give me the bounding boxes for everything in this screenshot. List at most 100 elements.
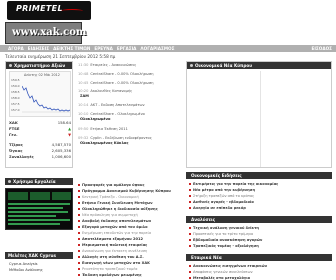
side-item[interactable]: Προοπτικές για το τρίτο τρίμηνο [189, 232, 329, 237]
nav-item-price-index[interactable]: ΔΕΙΚΤΗΣ ΤΙΜΩΝ [53, 46, 90, 51]
bullet-icon [189, 189, 191, 191]
article-item[interactable]: Εξαγορά μετοχών από τον όμιλο [78, 225, 182, 230]
news-item[interactable]: 09:50 Ετήσια Έκθεση 2011 [78, 127, 181, 131]
nav-item-market[interactable]: ΑΓΟΡΑ [8, 46, 24, 51]
side-section-header: Οικονομικές Ειδήσεις [186, 172, 332, 179]
stat-value: 2,605,336 [51, 148, 71, 153]
side-item[interactable]: Νέα μέτρα από την κυβέρνηση [189, 188, 329, 193]
side-item-text: Προοπτικές για το τρίτο τρίμηνο [193, 232, 254, 236]
brand-logo[interactable]: PRIMETEL [7, 1, 91, 20]
article-text: Αναβολή έκδοσης αποτελεσμάτων [82, 219, 152, 223]
news-item[interactable]: ΣΑΜ [78, 94, 181, 98]
article-item[interactable]: Προσφορές για ομόλογα ύψους [78, 183, 182, 188]
terminal-block [30, 192, 50, 200]
chart-tick-label: 159.0 [11, 84, 20, 88]
side-item[interactable]: Μεταβολές στο μετοχολόγιο [189, 276, 329, 280]
tools-panel-header: Χρήσιμα Εργαλεία [5, 178, 73, 185]
news-time: 10:48 [78, 72, 89, 76]
bullet-icon [78, 232, 80, 234]
news-item[interactable]: 10:14 ΑΚΤ - Εκδοση Αποτελεσμάτων [78, 103, 181, 107]
article-text: Μερισματική πολιτική εταιρείας [82, 243, 148, 247]
article-text: Κεντρική Τράπεζα - Οικονομική [82, 195, 139, 199]
article-item[interactable]: Πρόγραμμα Δανεισμού Κυβέρνησης Κύπρου [78, 189, 182, 194]
article-text: Εξαγορά μετοχών από τον όμιλο [82, 225, 148, 229]
terminal-row [8, 219, 70, 221]
stat-value: 4,587,570 [51, 142, 71, 147]
article-item[interactable]: Ολοκληρώθηκε η διαδικασία αύξησης [78, 207, 182, 212]
side-item[interactable]: Διεθνείς αγορές - εβδομαδιαία [189, 200, 329, 205]
news-item[interactable]: 11:30 Εταιρείες - Ανακοινώσεις [78, 63, 181, 67]
market-panel-header: Χρηματιστήριο Αξιών [6, 62, 72, 69]
news-panel: 11:30 Εταιρείες - Ανακοινώσεις 10:48 Centr… [76, 61, 182, 168]
bullet-icon [189, 245, 191, 247]
article-text: Πρόγραμμα Δανεισμού Κυβέρνησης Κύπρου [82, 189, 171, 193]
bullet-icon [8, 180, 11, 183]
side-item-text: Ανεργία σε επίπεδα ρεκόρ [193, 206, 246, 210]
stat-label: Γεν. [9, 132, 18, 137]
tools-panel-title: Χρήσιμα Εργαλεία [13, 179, 56, 184]
news-item[interactable]: Ολοκληρωμένο [78, 117, 181, 121]
studies-link[interactable]: Cyprus Analysis [9, 262, 38, 266]
article-text: Προσφορές για ομόλογα ύψους [82, 183, 145, 187]
nav-item-account[interactable]: ΛΟΓΑΡΙΑΣΜΟΣ [140, 46, 174, 51]
last-update-date: Τελευταία ενημέρωση 21 Σεπτεμβρίου 2012 … [5, 54, 116, 59]
side-item[interactable]: Αποφάσεις γενικών συνελεύσεων [189, 270, 329, 275]
nav-item-news[interactable]: ΕΙΔΗΣΕΙΣ [28, 46, 49, 51]
article-item[interactable]: Αλλαγές στη σύνθεση του Δ.Σ. [78, 255, 182, 260]
studies-panel-title: Μελέτες ΧΑΚ Cyprus [8, 253, 56, 258]
market-panel-title: Χρηματιστήριο Αξιών [14, 63, 66, 68]
news-item[interactable]: 09:32 Cyplin - Εκδήλωση ενδιαφέροντος [78, 136, 181, 140]
news-title: ΑΚΤ - Εκδοση Αποτελεσμάτων [90, 103, 145, 107]
bullet-icon [78, 226, 80, 228]
side-item[interactable]: Εβδομαδιαία ανασκόπηση αγορών [189, 238, 329, 243]
studies-link[interactable]: Μέθοδοι Ανάλυσης [9, 268, 43, 272]
side-item[interactable]: Τεχνική ανάλυση γενικού δείκτη [189, 226, 329, 231]
article-text: Ανακοίνωση για έκτακτη συνέλευση [82, 249, 148, 253]
trading-terminal-screenshot[interactable] [5, 188, 73, 230]
news-time: 10:10 [78, 112, 89, 116]
login-link[interactable]: ΕΙΣΟΔΟΣ [312, 46, 336, 51]
stat-row: Γεν. ▼ [9, 132, 71, 137]
terminal-row [8, 215, 56, 217]
terminal-row [8, 203, 70, 205]
side-item[interactable]: Τραπεζικός τομέας - αξιολόγηση [189, 244, 329, 249]
market-panel: Χρηματιστήριο Αξιών Δείκτης 02 Μάι 2012 … [5, 61, 73, 168]
terminal-row [8, 211, 68, 213]
bullet-icon [189, 277, 191, 279]
side-item[interactable]: Εκτιμήσεις για την πορεία της οικονομίας [189, 182, 329, 187]
article-item[interactable]: Αποτελέσματα εξαμήνου 2012 [78, 237, 182, 242]
side-item[interactable]: Ανακοινώσεις εισηγμένων εταιρειών [189, 264, 329, 269]
xak-banner-text: www.xak.com [12, 27, 87, 38]
article-item[interactable]: Κεντρική Τράπεζα - Οικονομική [78, 195, 182, 200]
article-item[interactable]: Ανακοίνωση για έκτακτη συνέλευση [78, 249, 182, 254]
news-item[interactable]: 10:20 Ακολουθίες Κατανομής [78, 89, 181, 93]
article-item[interactable]: Νέα πρόσκληση για συμμετοχή [78, 213, 182, 218]
article-item[interactable]: Ρευστότητα τραπεζικού τομέα [78, 267, 182, 272]
article-item[interactable]: Εισαγωγή νέων μετοχών στο ΧΑΚ [78, 261, 182, 266]
article-item[interactable]: Μερισματική πολιτική εταιρείας [78, 243, 182, 248]
bullet-icon [78, 208, 80, 210]
news-item[interactable]: 10:10 CentralShare - Ολοκληρωμένο [78, 112, 181, 116]
news-item[interactable]: Ολοκληρωμένος Κύκλος [78, 141, 181, 145]
news-title: ΣΑΜ [80, 94, 89, 98]
stat-label: FTSE [9, 126, 20, 131]
side-item[interactable]: Ανεργία σε επίπεδα ρεκόρ [189, 206, 329, 211]
news-item[interactable]: 10:45 CentralShare - 0.00% Ολοκλήρωση [78, 81, 181, 85]
market-mini-chart[interactable]: Δείκτης 02 Μάι 2012 159.5 159.0 158.5 15… [9, 71, 71, 117]
article-item[interactable]: Αναβολή έκδοσης αποτελεσμάτων [78, 219, 182, 224]
bullet-icon [78, 190, 80, 192]
xak-banner[interactable]: www.xak.com [5, 22, 87, 44]
news-item[interactable]: 10:48 CentralShare - 0.00% Ολοκλήρωση [78, 72, 181, 76]
article-item[interactable]: Έκδοση ομολόγων μειωμένης [78, 273, 182, 278]
forum-panel-header: Οικονομικά Νέα Κύπρου [187, 62, 331, 69]
article-item[interactable]: Ενημέρωση επενδυτών για την πορεία [78, 231, 182, 236]
side-item[interactable]: Στήριξη τραπεζών από το κράτος [189, 194, 329, 199]
nav-item-research[interactable]: ΕΡΕΥΝΑ [94, 46, 113, 51]
nav-item-jobs[interactable]: ΕΡΓΑΣΙΑ [117, 46, 137, 51]
bullet-icon [78, 250, 80, 252]
side-item-text: Ανακοινώσεις εισηγμένων εταιρειών [193, 264, 268, 268]
terminal-block [52, 192, 71, 200]
bullet-icon [189, 239, 191, 241]
side-item-text: Νέα μέτρα από την κυβέρνηση [193, 188, 256, 192]
article-item[interactable]: Ετήσια Γενική Συνέλευση Μετόχων [78, 201, 182, 206]
